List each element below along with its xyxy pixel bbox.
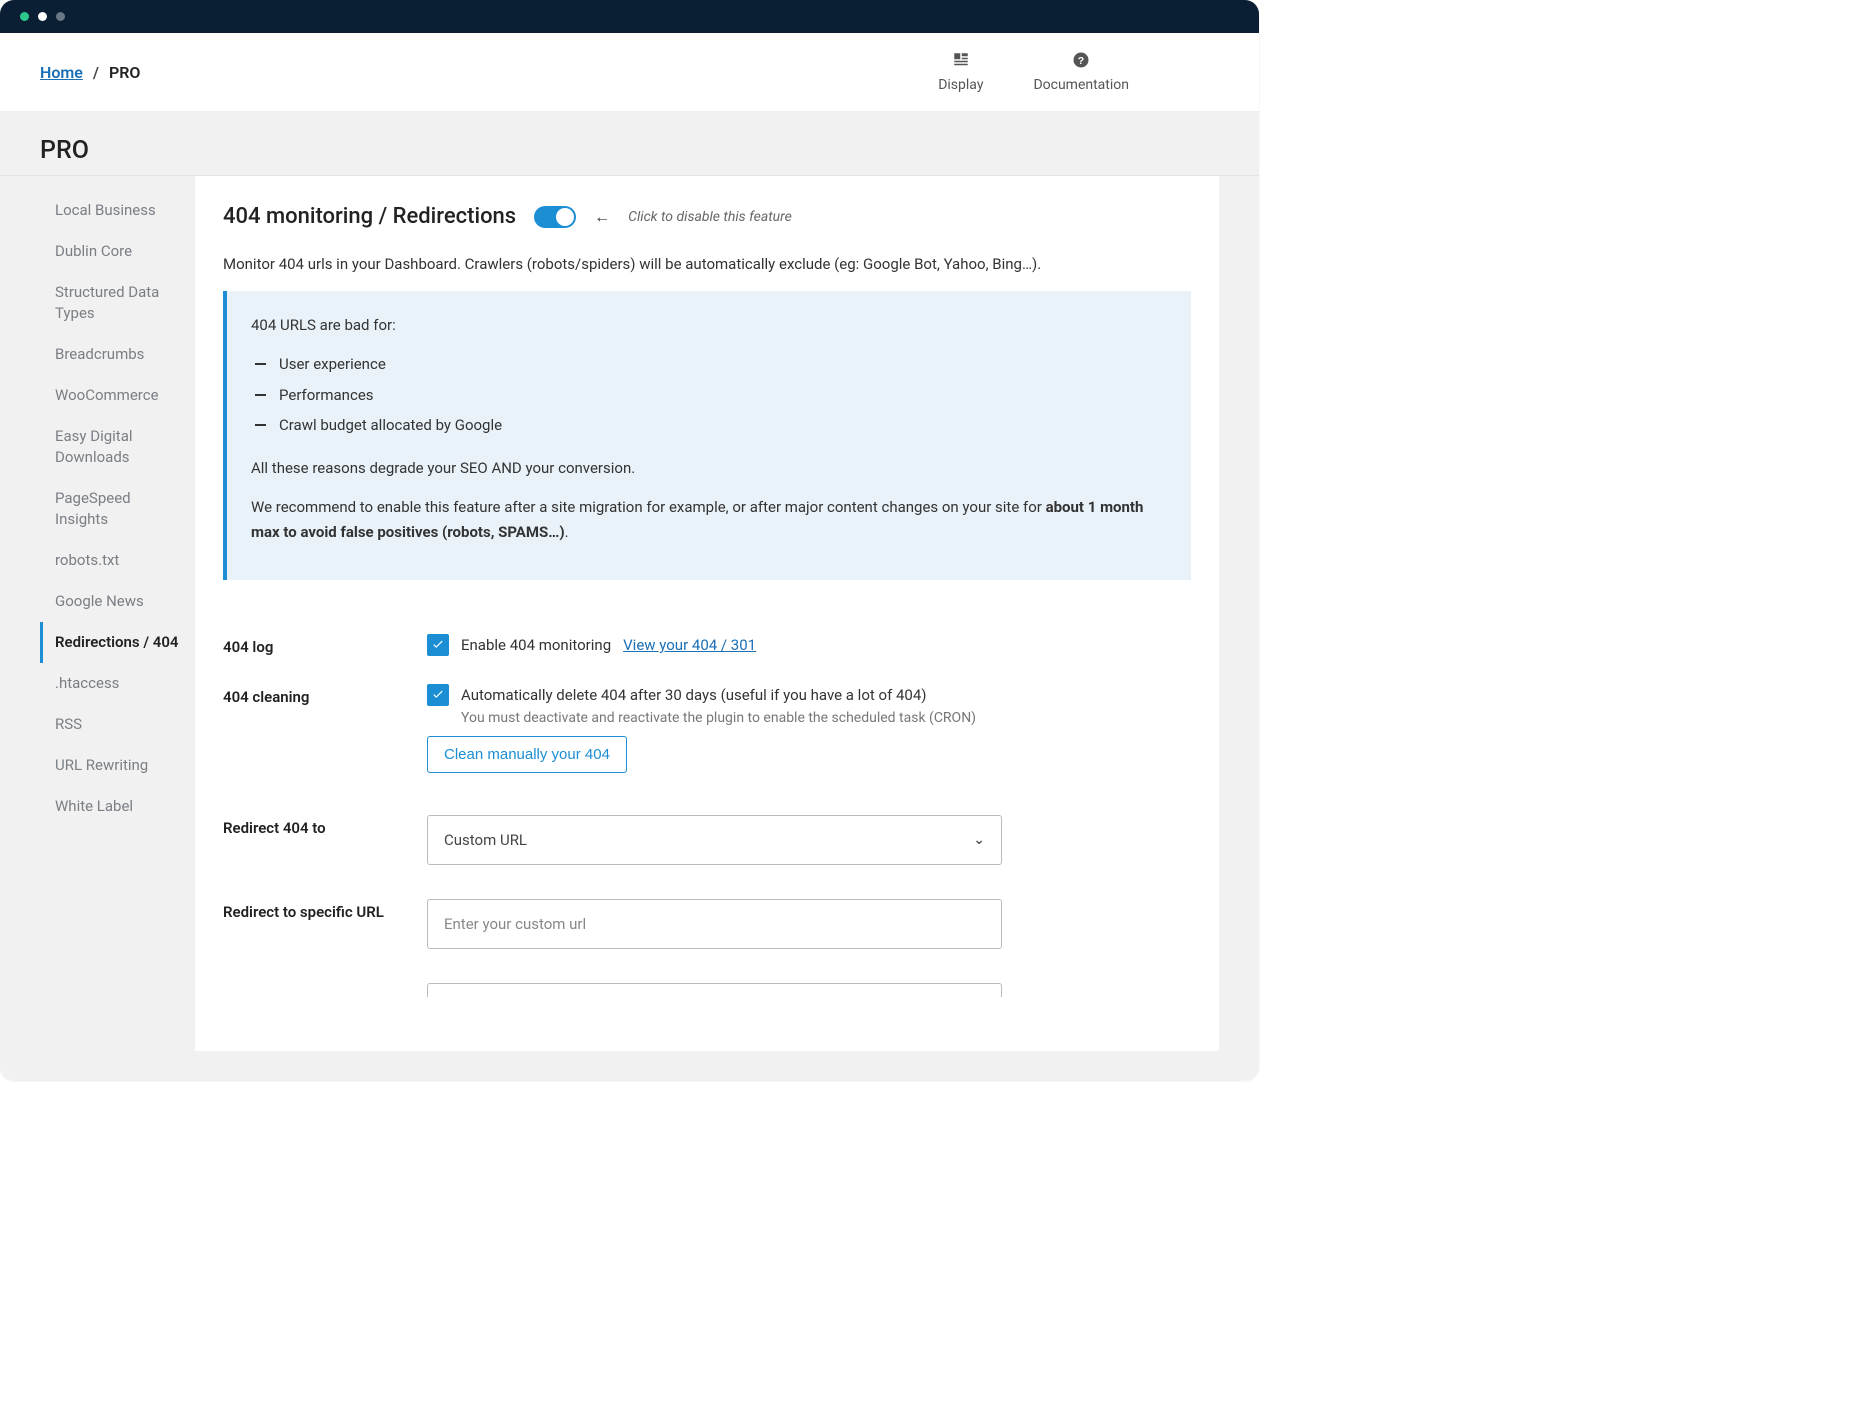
redirect-404-select[interactable]: Custom URL ⌄ [427,815,1002,865]
checkbox-enable-404-monitoring[interactable] [427,634,449,656]
sidebar-item[interactable]: WooCommerce [40,375,195,416]
callout-recommendation: We recommend to enable this feature afte… [251,495,1167,545]
topnav-display[interactable]: Display [938,51,983,93]
sidebar-item[interactable]: White Label [40,786,195,827]
section-title: 404 monitoring / Redirections [223,204,516,229]
sidebar-item[interactable]: Easy Digital Downloads [40,416,195,478]
cron-note: You must deactivate and reactivate the p… [461,710,1191,726]
cropped-field[interactable] [427,983,1002,997]
checkbox-label: Enable 404 monitoring [461,636,611,654]
breadcrumb-current: PRO [109,63,140,82]
breadcrumb-home[interactable]: Home [40,63,83,82]
window-dot[interactable] [56,12,65,21]
feature-toggle[interactable] [534,206,576,228]
sidebar-item[interactable]: robots.txt [40,540,195,581]
svg-text:?: ? [1078,55,1084,67]
toggle-hint: Click to disable this feature [628,209,792,225]
window-titlebar [0,0,1259,33]
info-callout: 404 URLS are bad for: User experience Per… [223,291,1191,580]
intro-text: Monitor 404 urls in your Dashboard. Craw… [223,255,1191,273]
topnav-documentation[interactable]: ? Documentation [1033,51,1129,93]
label-redirect-404-to: Redirect 404 to [223,815,427,837]
sidebar-item[interactable]: Breadcrumbs [40,334,195,375]
view-404-link[interactable]: View your 404 / 301 [623,636,756,654]
sidebar-item[interactable]: .htaccess [40,663,195,704]
callout-bullet: Crawl budget allocated by Google [251,413,1167,438]
clean-manually-button[interactable]: Clean manually your 404 [427,736,627,773]
chevron-down-icon: ⌄ [973,832,985,848]
sidebar-item[interactable]: Structured Data Types [40,272,195,334]
window-dot[interactable] [38,12,47,21]
callout-line2: All these reasons degrade your SEO AND y… [251,456,1167,481]
redirect-url-input[interactable]: Enter your custom url [427,899,1002,949]
select-value: Custom URL [444,831,527,849]
callout-lead: 404 URLS are bad for: [251,313,1167,338]
label-404-log: 404 log [223,634,427,656]
checkbox-label: Automatically delete 404 after 30 days (… [461,686,927,704]
arrow-left-icon: ← [594,207,610,227]
sidebar-item[interactable]: Redirections / 404 [40,622,195,663]
breadcrumb: Home / PRO [40,63,140,82]
breadcrumb-separator: / [93,63,99,82]
input-placeholder: Enter your custom url [444,915,586,933]
window-dot[interactable] [20,12,29,21]
callout-bullet: Performances [251,383,1167,408]
sidebar: Local BusinessDublin CoreStructured Data… [40,176,195,1051]
callout-bullet: User experience [251,352,1167,377]
checkbox-auto-delete-404[interactable] [427,684,449,706]
sidebar-item[interactable]: Dublin Core [40,231,195,272]
sidebar-item[interactable]: PageSpeed Insights [40,478,195,540]
label-redirect-specific-url: Redirect to specific URL [223,899,427,921]
display-icon [952,51,970,73]
label-404-cleaning: 404 cleaning [223,684,427,706]
topnav-documentation-label: Documentation [1033,77,1129,93]
help-icon: ? [1072,51,1090,73]
page-title: PRO [0,112,1259,176]
topnav-display-label: Display [938,77,983,93]
sidebar-item[interactable]: RSS [40,704,195,745]
sidebar-item[interactable]: URL Rewriting [40,745,195,786]
sidebar-item[interactable]: Google News [40,581,195,622]
sidebar-item[interactable]: Local Business [40,190,195,231]
